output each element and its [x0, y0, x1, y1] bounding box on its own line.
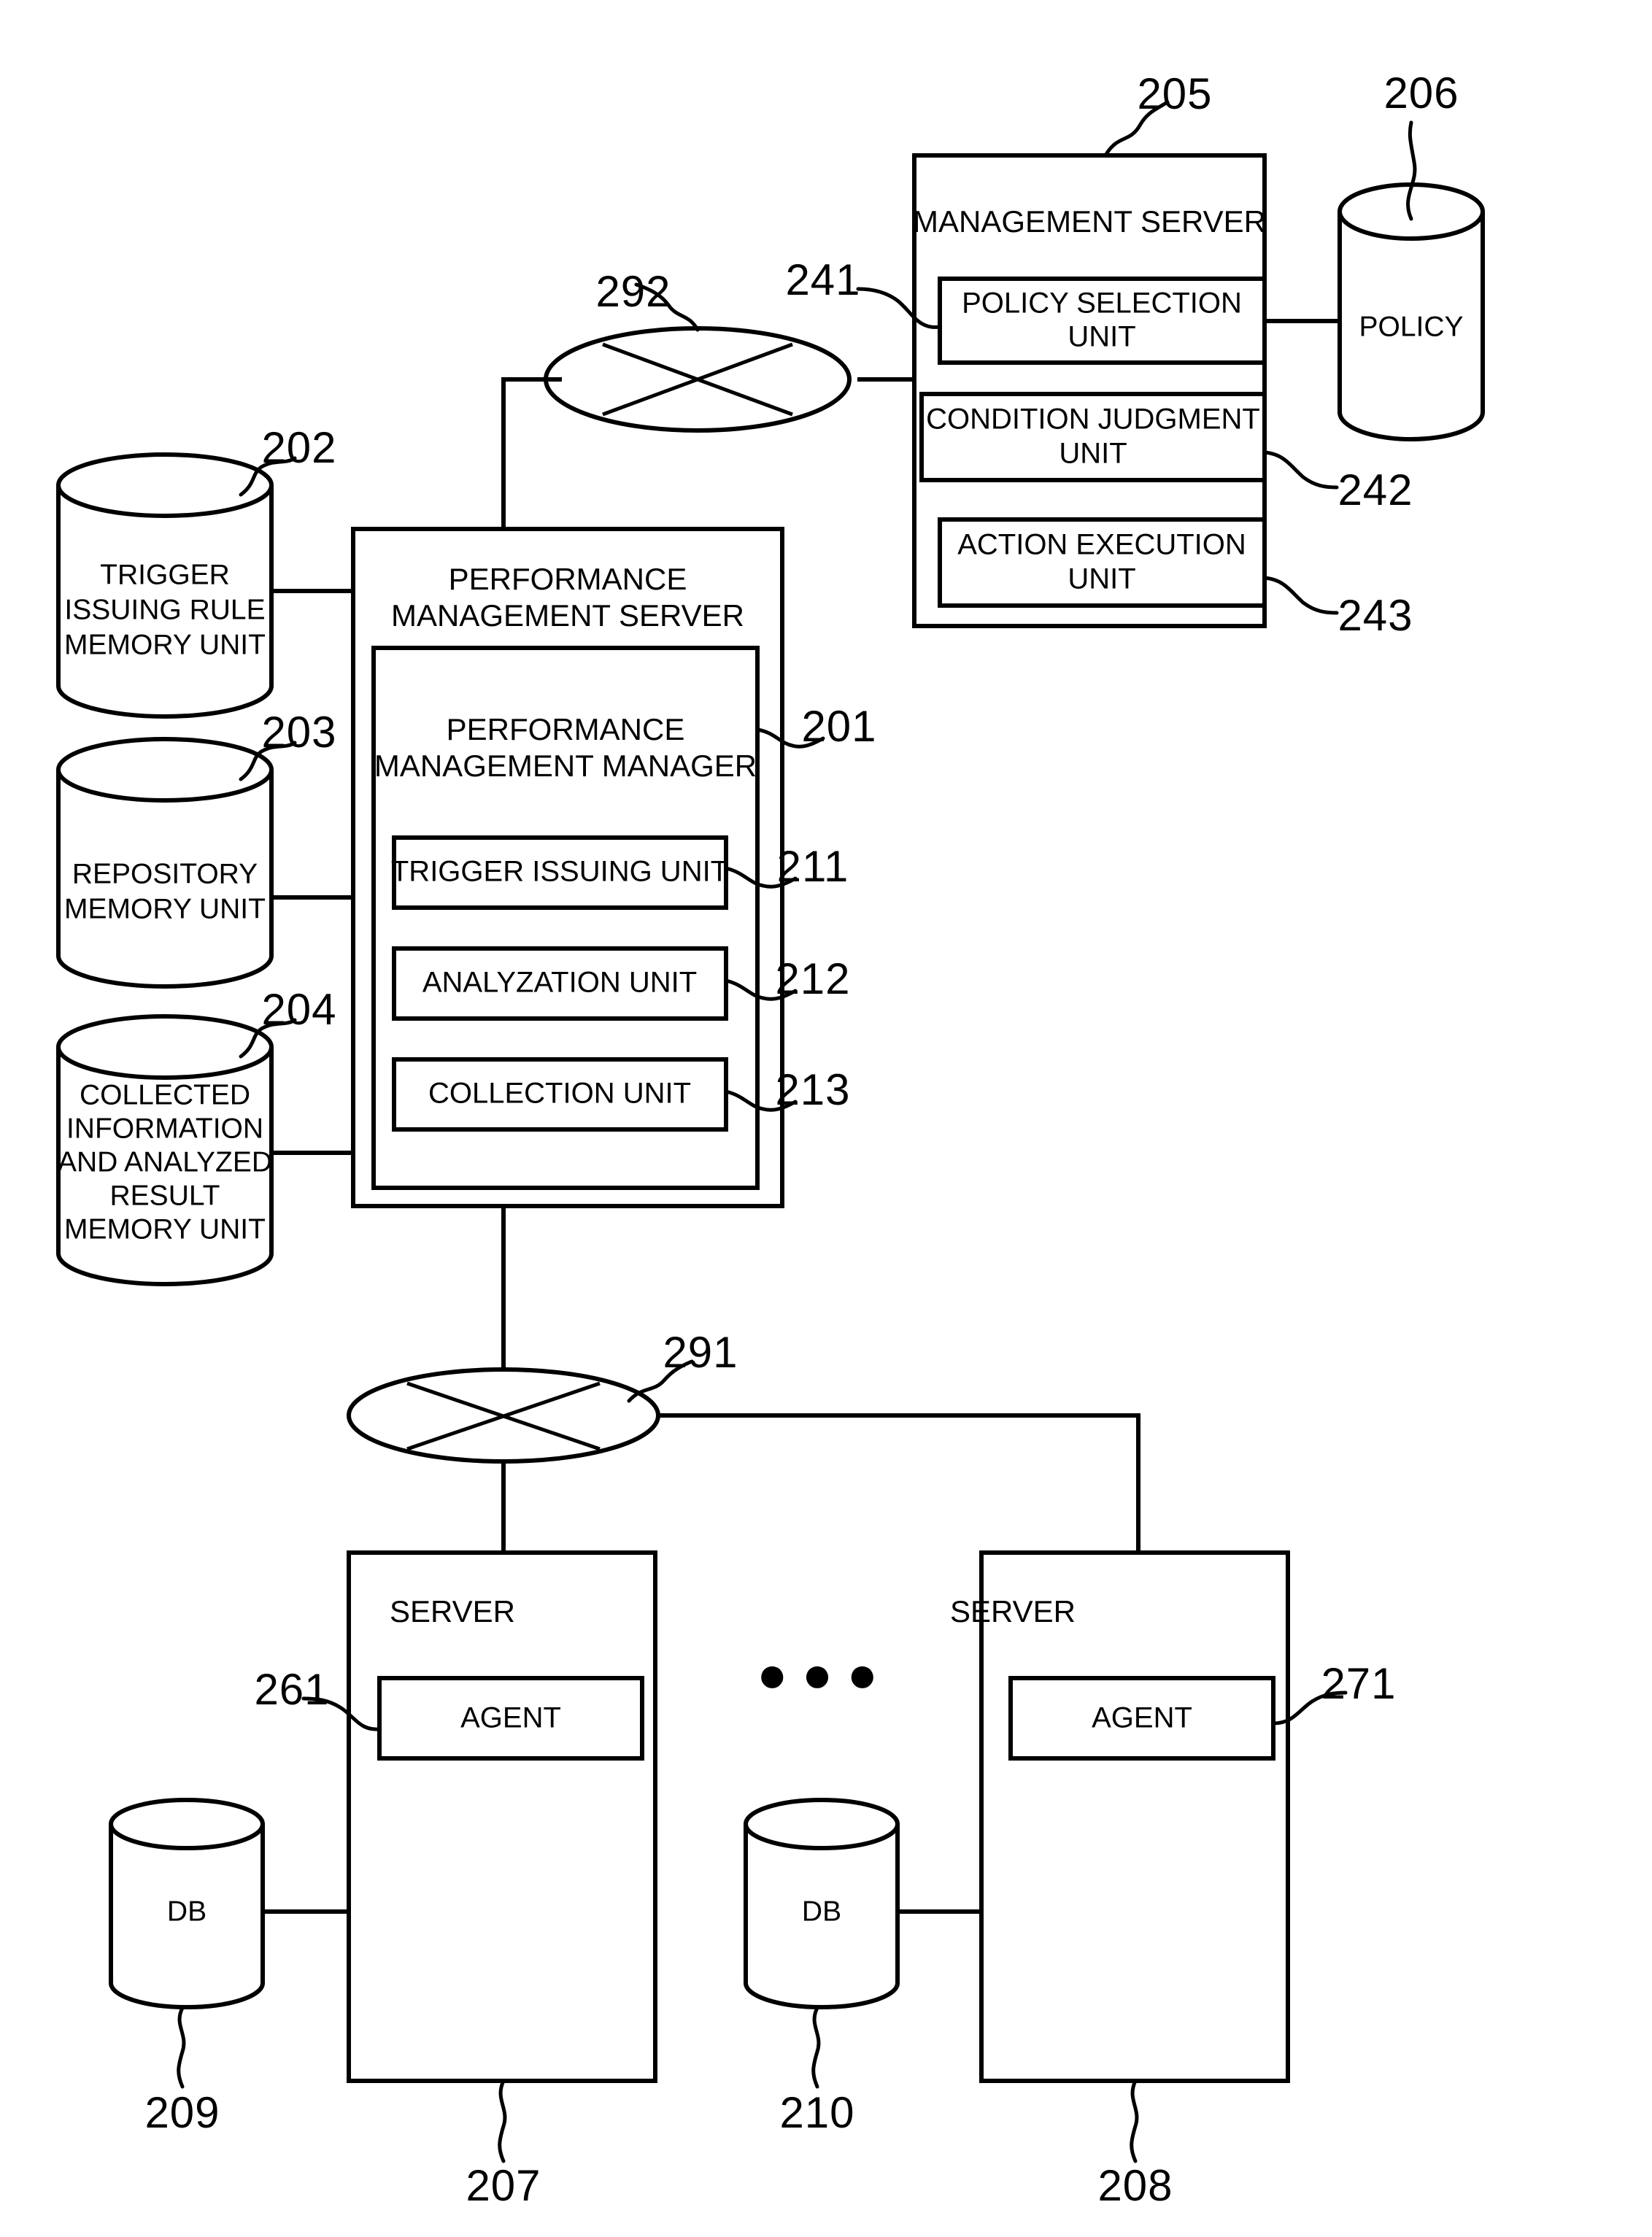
- ref-206-label: 206: [1383, 69, 1459, 117]
- action-execution-unit-label-line2: UNIT: [1068, 563, 1135, 595]
- ref-209-leader: [177, 2006, 186, 2089]
- ref-213-label: 213: [775, 1065, 850, 1114]
- trigger-issuing-unit-label: TRIGGER ISSUING UNIT: [391, 856, 728, 888]
- ref-242-label: 242: [1338, 465, 1413, 514]
- ref-243-label: 243: [1338, 591, 1413, 640]
- ref-201-label: 201: [801, 702, 876, 751]
- ref-291-label: 291: [663, 1328, 738, 1377]
- analyzation-unit-label: ANALYZATION UNIT: [422, 967, 697, 999]
- ref-207-leader: [498, 2079, 507, 2163]
- ref-241-label: 241: [785, 255, 860, 304]
- ref-209-label: 209: [144, 2088, 220, 2137]
- ref-212-label: 212: [775, 954, 850, 1003]
- memory-unit-204-line1: COLLECTED: [80, 1079, 250, 1110]
- server-208-box[interactable]: [979, 1550, 1290, 2083]
- db-209-label: DB: [167, 1896, 206, 1927]
- condition-judgment-unit-label-line1: CONDITION JUDGMENT: [926, 403, 1260, 436]
- memory-unit-204-line4: RESULT: [110, 1180, 220, 1211]
- patent-figure: MANAGEMENT SERVER POLICY SELECTION UNIT …: [0, 0, 1652, 2237]
- memory-unit-204-line2: INFORMATION: [66, 1113, 263, 1144]
- diagram-canvas: MANAGEMENT SERVER POLICY SELECTION UNIT …: [56, 69, 1485, 2210]
- condition-judgment-unit-label-line2: UNIT: [1059, 438, 1127, 470]
- ref-202-label: 202: [261, 423, 336, 472]
- action-execution-unit-label-line1: ACTION EXECUTION: [957, 529, 1246, 561]
- server-207-box[interactable]: [347, 1550, 657, 2083]
- ref-210-label: 210: [779, 2088, 854, 2137]
- ref-207-label: 207: [466, 2161, 541, 2210]
- server-208-title: SERVER: [950, 1594, 1076, 1629]
- ref-204-label: 204: [261, 985, 336, 1034]
- memory-unit-204-line5: MEMORY UNIT: [64, 1213, 266, 1245]
- policy-selection-unit-label-line1: POLICY SELECTION: [962, 287, 1242, 320]
- memory-unit-202-line2: ISSUING RULE: [64, 594, 265, 625]
- policy-selection-unit-label-line2: UNIT: [1068, 321, 1135, 353]
- policy-db-label: POLICY: [1359, 311, 1463, 342]
- collection-unit-label: COLLECTION UNIT: [428, 1078, 691, 1110]
- performance-management-manager-title-line1: PERFORMANCE: [447, 712, 685, 746]
- ref-211-label: 211: [777, 842, 849, 891]
- ref-206-leader: [1406, 120, 1417, 221]
- ref-243-leader: [1262, 576, 1339, 615]
- agent-261-label: AGENT: [460, 1702, 561, 1734]
- ref-208-leader: [1130, 2079, 1139, 2163]
- servers-ellipsis: ● ● ●: [757, 1645, 878, 1702]
- link-net291-to-server208: [657, 1413, 1140, 1553]
- network-291[interactable]: [347, 1367, 660, 1464]
- memory-unit-204-line3: AND ANALYZED: [58, 1146, 272, 1178]
- link-pms-to-net292: [501, 377, 562, 529]
- ref-203-label: 203: [261, 708, 336, 757]
- memory-unit-203-line2: MEMORY UNIT: [64, 893, 266, 924]
- memory-unit-203-line1: REPOSITORY: [72, 858, 258, 889]
- ref-205-label: 205: [1137, 69, 1212, 118]
- network-292[interactable]: [544, 326, 852, 433]
- ref-210-leader: [811, 2006, 821, 2089]
- management-server-title: MANAGEMENT SERVER: [913, 204, 1266, 239]
- ref-292-label: 292: [595, 267, 671, 316]
- performance-management-server-title-line1: PERFORMANCE: [449, 562, 687, 596]
- memory-unit-202-line3: MEMORY UNIT: [64, 629, 266, 660]
- ref-208-label: 208: [1097, 2161, 1173, 2210]
- memory-unit-202-line1: TRIGGER: [100, 559, 230, 590]
- performance-management-manager-title-line2: MANAGEMENT MANAGER: [374, 749, 757, 783]
- ref-261-label: 261: [254, 1665, 329, 1714]
- ref-271-label: 271: [1321, 1659, 1396, 1708]
- performance-management-server-title-line2: MANAGEMENT SERVER: [391, 598, 744, 633]
- agent-271-label: AGENT: [1092, 1702, 1192, 1734]
- db-210-label: DB: [802, 1896, 841, 1927]
- ref-242-leader: [1262, 450, 1339, 490]
- server-207-title: SERVER: [390, 1594, 515, 1629]
